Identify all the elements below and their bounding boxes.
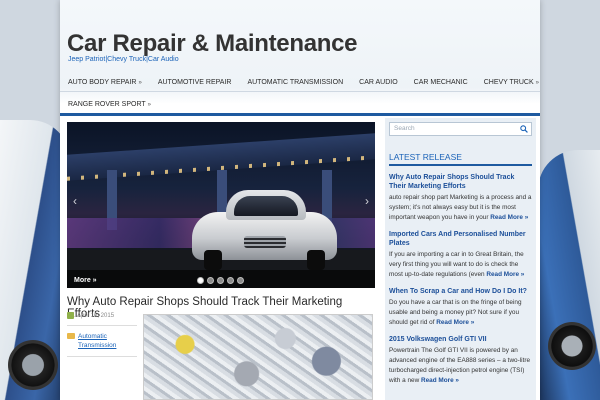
- calendar-icon: [67, 312, 74, 319]
- featured-slider[interactable]: ‹ › More »: [67, 122, 375, 288]
- dropdown-arrow-icon: »: [535, 80, 539, 86]
- list-item: When To Scrap a Car and How Do I Do It? …: [389, 287, 532, 328]
- post-meta: April 16, 2015 Automatic Transmission: [67, 312, 137, 358]
- post-thumbnail[interactable]: [143, 314, 373, 400]
- background-car-right: [538, 150, 600, 400]
- nav-item-car-audio[interactable]: Car Audio: [351, 79, 406, 86]
- read-more-link[interactable]: Read More »: [490, 214, 528, 221]
- release-excerpt: Do you have a car that is on the fringe …: [389, 299, 522, 326]
- folder-icon: [67, 333, 75, 339]
- release-title[interactable]: Imported Cars And Personalised Number Pl…: [389, 230, 532, 248]
- nav-item-range-rover-sport[interactable]: Range Rover Sport»: [60, 101, 159, 108]
- release-excerpt: auto repair shop part Marketing is a pro…: [389, 194, 532, 222]
- slider-caption-bar: More »: [67, 270, 375, 288]
- release-excerpt: Powertrain The Golf GTI VII is powered b…: [389, 346, 531, 384]
- main-navigation: Auto Body Repair» Automotive Repair Auto…: [60, 74, 540, 116]
- site-tagline: Jeep Patriot|Chevy Truck|Car Audio: [68, 56, 179, 63]
- release-title[interactable]: When To Scrap a Car and How Do I Do It?: [389, 287, 532, 296]
- list-item: Why Auto Repair Shops Should Track Their…: [389, 173, 532, 223]
- main-content: ‹ › More » Why Auto Repair Shops Should …: [67, 122, 375, 400]
- background-wheel: [8, 340, 58, 390]
- slider-dot[interactable]: [217, 277, 224, 284]
- nav-row-primary: Auto Body Repair» Automotive Repair Auto…: [60, 74, 540, 91]
- list-item: Imported Cars And Personalised Number Pl…: [389, 230, 532, 280]
- nav-item-car-mechanic[interactable]: Car Mechanic: [406, 79, 476, 86]
- search-icon[interactable]: [520, 125, 528, 133]
- category-link[interactable]: Automatic Transmission: [78, 332, 137, 350]
- slider-pagination: [197, 277, 244, 284]
- slider-next-icon[interactable]: ›: [365, 194, 369, 208]
- search-input[interactable]: Search: [389, 122, 532, 136]
- post-date: April 16, 2015: [67, 312, 137, 326]
- slider-dot[interactable]: [227, 277, 234, 284]
- slider-dot[interactable]: [207, 277, 214, 284]
- list-item: 2015 Volkswagen Golf GTI VII Powertrain …: [389, 335, 532, 386]
- dropdown-arrow-icon: »: [147, 101, 152, 108]
- nav-item-auto-body-repair[interactable]: Auto Body Repair»: [60, 79, 150, 86]
- release-title[interactable]: Why Auto Repair Shops Should Track Their…: [389, 173, 532, 191]
- post-category: Automatic Transmission: [67, 332, 137, 358]
- read-more-link[interactable]: Read More »: [486, 271, 524, 278]
- dropdown-arrow-icon: »: [138, 80, 142, 86]
- slider-dot[interactable]: [197, 277, 204, 284]
- release-title[interactable]: 2015 Volkswagen Golf GTI VII: [389, 335, 532, 344]
- nav-item-automatic-transmission[interactable]: Automatic Transmission: [239, 79, 351, 86]
- slider-more-link[interactable]: More »: [74, 277, 97, 284]
- read-more-link[interactable]: Read More »: [421, 377, 459, 384]
- slider-dot[interactable]: [237, 277, 244, 284]
- nav-item-chevy-truck[interactable]: Chevy Truck»: [476, 79, 547, 86]
- slide-image-car: [192, 188, 337, 272]
- release-excerpt: If you are importing a car in to Great B…: [389, 251, 525, 278]
- nav-row-secondary: Range Rover Sport»: [60, 91, 540, 113]
- read-more-link[interactable]: Read More »: [436, 319, 474, 326]
- latest-release-heading: Latest Release: [389, 152, 532, 166]
- nav-item-automotive-repair[interactable]: Automotive Repair: [150, 79, 240, 86]
- page-container: Car Repair & Maintenance Jeep Patriot|Ch…: [60, 0, 540, 400]
- site-title[interactable]: Car Repair & Maintenance: [67, 30, 358, 58]
- sidebar: Search Latest Release Why Auto Repair Sh…: [385, 118, 536, 400]
- background-wheel: [548, 322, 596, 370]
- slider-prev-icon[interactable]: ‹: [73, 194, 77, 208]
